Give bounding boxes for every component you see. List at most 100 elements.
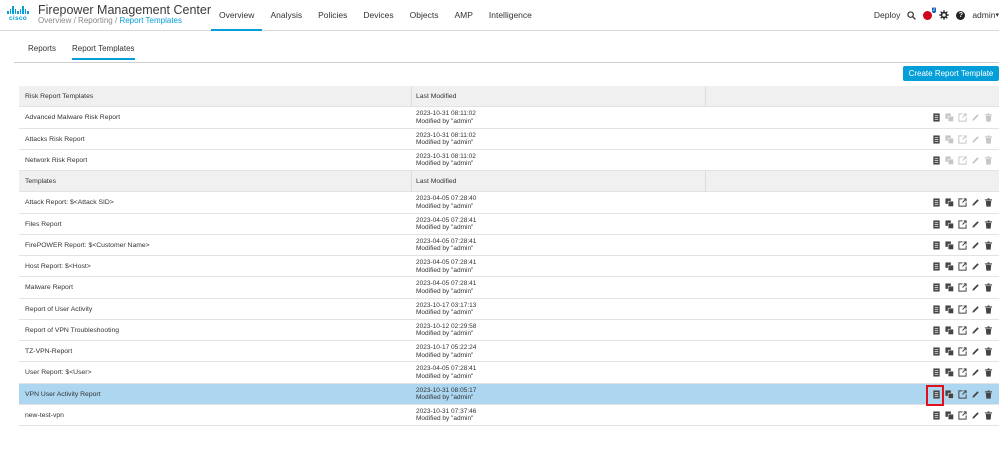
nav-intelligence[interactable]: Intelligence (481, 0, 540, 30)
deploy-button[interactable]: Deploy (874, 10, 900, 20)
copy-icon[interactable] (945, 347, 954, 356)
template-name: Host Report: $<Host> (25, 263, 91, 270)
edit-icon[interactable] (971, 283, 980, 292)
copy-icon[interactable] (945, 262, 954, 271)
edit-icon[interactable] (971, 326, 980, 335)
delete-icon[interactable] (984, 219, 993, 229)
copy-icon[interactable] (945, 326, 954, 335)
table-row[interactable]: Report of VPN Troubleshooting 2023-10-12 … (19, 320, 999, 341)
report-icon[interactable] (932, 198, 941, 207)
copy-icon[interactable] (945, 219, 954, 229)
report-icon[interactable] (932, 304, 941, 314)
delete-icon[interactable] (984, 198, 993, 207)
table-row[interactable]: FirePOWER Report: $<Customer Name> 2023-0… (19, 235, 999, 256)
search-icon[interactable] (907, 10, 917, 20)
export-icon[interactable] (958, 411, 967, 420)
report-icon[interactable] (932, 262, 941, 271)
top-navbar: cisco Firepower Management Center Overvi… (0, 0, 999, 31)
export-icon[interactable] (958, 241, 967, 250)
export-icon[interactable] (958, 368, 967, 377)
edit-icon[interactable] (971, 411, 980, 420)
breadcrumb-reporting[interactable]: Reporting (78, 16, 113, 25)
export-icon[interactable] (958, 389, 967, 399)
chevron-down-icon[interactable]: ▾ (995, 11, 999, 19)
user-menu[interactable]: admin (972, 10, 995, 20)
report-icon[interactable] (932, 347, 941, 356)
row-actions (932, 347, 993, 356)
tab-report-templates[interactable]: Report Templates (72, 44, 135, 60)
nav-devices[interactable]: Devices (355, 0, 401, 30)
export-icon[interactable] (958, 347, 967, 356)
report-icon[interactable] (932, 411, 941, 420)
table-row[interactable]: Network Risk Report 2023-10-31 08:11:02 Mo… (19, 150, 999, 171)
table-row[interactable]: TZ-VPN-Report 2023-10-17 05:22:24 Modified… (19, 341, 999, 363)
nav-analysis[interactable]: Analysis (262, 0, 310, 30)
table-row[interactable]: Host Report: $<Host> 2023-04-05 07:28:41 M… (19, 256, 999, 278)
last-modified-cell: 2023-04-05 07:28:41 Modified by "admin" (416, 280, 476, 295)
report-icon[interactable] (932, 219, 941, 229)
delete-icon[interactable] (984, 326, 993, 335)
report-icon[interactable] (932, 156, 941, 165)
tab-reports[interactable]: Reports (28, 44, 56, 53)
report-icon[interactable] (932, 283, 941, 292)
notifications-icon[interactable]: 2 (923, 6, 937, 20)
copy-icon[interactable] (945, 198, 954, 208)
delete-icon[interactable] (984, 304, 993, 314)
table-row[interactable]: Report of User Activity 2023-10-17 03:17:… (19, 299, 999, 320)
breadcrumb-overview[interactable]: Overview (38, 16, 71, 25)
table-row[interactable]: User Report: $<User> 2023-04-05 07:28:41 M… (19, 362, 999, 384)
nav-overview[interactable]: Overview (211, 0, 263, 31)
delete-icon[interactable] (984, 389, 993, 399)
copy-icon[interactable] (945, 389, 954, 399)
report-icon[interactable] (932, 368, 941, 377)
copy-icon[interactable] (945, 283, 954, 293)
report-icon[interactable] (932, 113, 941, 122)
export-icon[interactable] (958, 198, 967, 207)
last-modified-cell: 2023-10-17 03:17:13 Modified by "admin" (416, 302, 476, 317)
table-row[interactable]: Files Report 2023-04-05 07:28:41 Modified … (19, 214, 999, 235)
nav-amp[interactable]: AMP (446, 0, 480, 30)
report-icon[interactable] (932, 389, 941, 399)
table-row[interactable]: Attack Report: $<Attack SID> 2023-04-05 0… (19, 192, 999, 214)
export-icon[interactable] (958, 326, 967, 335)
delete-icon[interactable] (984, 347, 993, 356)
delete-icon[interactable] (984, 241, 993, 250)
edit-icon[interactable] (971, 368, 980, 377)
edit-icon[interactable] (971, 241, 980, 250)
edit-icon[interactable] (971, 262, 980, 271)
create-report-template-button[interactable]: Create Report Template (903, 66, 999, 81)
report-icon[interactable] (932, 326, 941, 335)
risk-templates-body: Advanced Malware Risk Report 2023-10-31 0… (19, 107, 999, 171)
copy-icon[interactable] (945, 411, 954, 420)
table-row[interactable]: Malware Report 2023-04-05 07:28:41 Modifie… (19, 277, 999, 299)
cisco-logo[interactable]: cisco (6, 6, 30, 22)
delete-icon[interactable] (984, 262, 993, 271)
breadcrumb-report-templates[interactable]: Report Templates (119, 16, 182, 25)
export-icon[interactable] (958, 262, 967, 271)
table-row[interactable]: Attacks Risk Report 2023-10-31 08:11:02 Mo… (19, 129, 999, 150)
export-icon[interactable] (958, 219, 967, 229)
report-icon[interactable] (932, 134, 941, 144)
modified-date: 2023-10-31 08:11:02 (416, 152, 476, 160)
delete-icon[interactable] (984, 368, 993, 377)
edit-icon[interactable] (971, 347, 980, 356)
edit-icon[interactable] (971, 198, 980, 207)
edit-icon[interactable] (971, 390, 980, 399)
table-row[interactable]: Advanced Malware Risk Report 2023-10-31 0… (19, 107, 999, 129)
export-icon[interactable] (958, 304, 967, 314)
table-row[interactable]: VPN User Activity Report 2023-10-31 08:05… (19, 383, 999, 405)
table-row[interactable]: new-test-vpn 2023-10-31 07:37:46 Modified … (19, 405, 999, 426)
edit-icon[interactable] (971, 305, 980, 314)
export-icon[interactable] (958, 283, 967, 292)
delete-icon[interactable] (984, 283, 993, 292)
copy-icon[interactable] (945, 304, 954, 314)
report-icon[interactable] (932, 241, 941, 250)
copy-icon[interactable] (945, 241, 954, 250)
delete-icon[interactable] (984, 411, 993, 420)
copy-icon[interactable] (945, 368, 954, 378)
nav-policies[interactable]: Policies (310, 0, 355, 30)
help-icon[interactable]: ? (956, 10, 966, 20)
nav-objects[interactable]: Objects (402, 0, 447, 30)
edit-icon[interactable] (971, 220, 980, 229)
gear-icon[interactable] (939, 10, 950, 20)
